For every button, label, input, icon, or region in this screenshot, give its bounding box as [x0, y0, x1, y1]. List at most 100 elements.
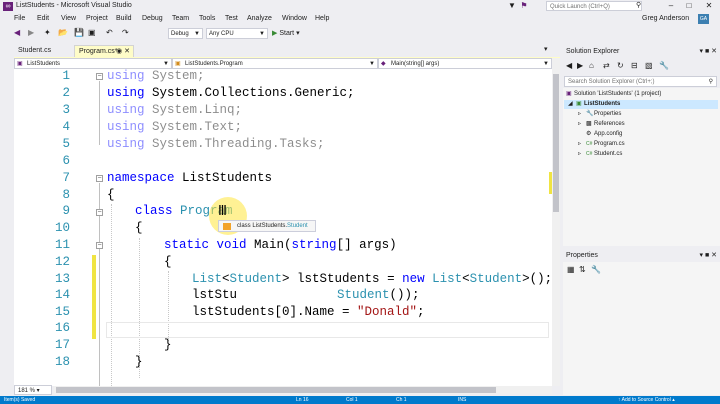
collapse-all-icon[interactable]: ⊟ [631, 61, 638, 70]
keyword-token: using [107, 86, 145, 100]
tree-node-app-config[interactable]: ⚙ App.config [586, 130, 622, 139]
line-number: 4 [62, 120, 70, 134]
menu-project[interactable]: Project [86, 15, 108, 22]
menu-edit[interactable]: Edit [37, 15, 49, 22]
tree-node-project[interactable]: ◢ ▣ ListStudents [568, 100, 620, 109]
solution-search-input[interactable]: Search Solution Explorer (Ctrl+;) ⚲ [564, 76, 717, 87]
notifications-flag-icon[interactable]: ⚑ [519, 1, 529, 11]
collapse-icon[interactable]: − [96, 242, 103, 249]
sync-icon[interactable]: ⇄ [603, 61, 610, 70]
collapse-icon[interactable]: − [96, 175, 103, 182]
configuration-dropdown[interactable]: Debug ▼ [168, 28, 203, 39]
vertical-scrollbar-thumb[interactable] [553, 74, 559, 212]
line-number: 17 [54, 338, 70, 352]
code-token: < [462, 272, 470, 286]
platform-value: Any CPU [209, 31, 234, 37]
add-to-source-control-button[interactable]: ↑ Add to Source Control ▴ [618, 397, 675, 404]
forward-icon[interactable]: ▶ [577, 61, 583, 70]
menu-view[interactable]: View [61, 15, 76, 22]
menu-tools[interactable]: Tools [199, 15, 215, 22]
open-file-icon[interactable]: 📂 [58, 28, 68, 38]
filter-icon[interactable]: ▼ [507, 1, 517, 11]
code-token: System.Linq; [144, 103, 243, 117]
tab-program-cs[interactable]: Program.cs* ◉ ✕ [74, 45, 134, 57]
code-token: < [222, 272, 230, 286]
horizontal-scrollbar-thumb[interactable] [56, 387, 496, 393]
refresh-icon[interactable]: ↻ [617, 61, 624, 70]
quick-info-tooltip: class ListStudents.Student [218, 220, 316, 232]
menu-build[interactable]: Build [116, 15, 132, 22]
line-number: 6 [62, 154, 70, 168]
property-pages-icon[interactable]: 🔧 [591, 265, 601, 274]
member-nav-dropdown[interactable]: ◆ Main(string[] args) ▼ [378, 58, 552, 69]
play-icon: ▶ [272, 30, 278, 37]
tooltip-prefix: class ListStudents. [237, 223, 288, 229]
redo-icon[interactable]: ↷ [122, 28, 129, 38]
code-token: lstStudents[0].Name = [192, 305, 358, 319]
collapse-icon[interactable]: − [96, 209, 103, 216]
undo-icon[interactable]: ↶ [106, 28, 113, 38]
line-number: 16 [54, 321, 70, 335]
minimize-button[interactable]: – [664, 1, 678, 11]
start-button[interactable]: ▶ Start ▾ [272, 28, 300, 39]
tree-node-references[interactable]: ▹ ▩ References [578, 120, 625, 129]
line-number: 5 [62, 137, 70, 151]
tree-node-solution[interactable]: ▣ Solution 'ListStudents' (1 project) [566, 90, 661, 99]
alphabetical-icon[interactable]: ⇅ [579, 265, 586, 274]
new-item-icon[interactable]: ✦ [44, 28, 51, 38]
csharp-project-icon: ▣ [576, 101, 582, 107]
properties-icon[interactable]: 🔧 [659, 61, 669, 70]
categorized-icon[interactable]: ▦ [567, 265, 575, 274]
member-nav-value: Main(string[] args) [391, 61, 440, 67]
menu-team[interactable]: Team [172, 15, 189, 22]
close-button[interactable]: ✕ [702, 1, 716, 11]
user-avatar[interactable]: GA [698, 14, 709, 24]
menu-file[interactable]: File [14, 15, 25, 22]
line-number: 13 [54, 272, 70, 286]
menu-analyze[interactable]: Analyze [247, 15, 272, 22]
zoom-level-dropdown[interactable]: 181 % ▾ [14, 385, 52, 395]
code-token: System.Threading.Tasks; [144, 137, 325, 151]
code-token: > lstStudents = [282, 272, 403, 286]
menu-help[interactable]: Help [315, 15, 329, 22]
pane-controls-icon[interactable]: ▾ ■ ✕ [700, 250, 718, 261]
code-line-14-start: lstStu [192, 288, 237, 302]
code-line-8: { [107, 188, 115, 202]
code-token: } [164, 338, 172, 352]
status-column: Col 1 [346, 397, 358, 403]
tree-node-properties[interactable]: ▹ 🔧Properties [578, 110, 621, 119]
code-token: { [107, 188, 115, 202]
menu-test[interactable]: Test [225, 15, 238, 22]
pane-controls-icon[interactable]: ▾ ■ ✕ [700, 46, 718, 57]
code-line-10: { [135, 221, 143, 235]
code-token: >(); [522, 272, 552, 286]
collapsed-chevron-icon: ▹ [578, 151, 582, 157]
status-char: Ch 1 [396, 397, 407, 403]
code-token: { [164, 255, 172, 269]
save-all-icon[interactable]: ▣ [88, 28, 96, 38]
platform-dropdown[interactable]: Any CPU ▼ [206, 28, 268, 39]
save-icon[interactable]: 💾 [74, 28, 84, 38]
quick-launch-input[interactable]: Quick Launch (Ctrl+Q) [546, 1, 642, 11]
text-cursor-icon: Ⅲ [218, 204, 227, 219]
visual-studio-logo-icon: ∞ [3, 2, 13, 11]
tree-node-program-cs[interactable]: ▹ C# Program.cs [578, 140, 625, 149]
tab-list-chevron-icon[interactable]: ▾ [544, 45, 548, 53]
tree-node-student-cs[interactable]: ▹ C# Student.cs [578, 150, 622, 159]
project-nav-dropdown[interactable]: ▣ ListStudents ▼ [14, 58, 172, 69]
type-nav-dropdown[interactable]: ▣ ListStudents.Program ▼ [172, 58, 378, 69]
menu-debug[interactable]: Debug [142, 15, 163, 22]
code-token: { [135, 221, 143, 235]
collapse-icon[interactable]: − [96, 73, 103, 80]
maximize-button[interactable]: □ [682, 1, 696, 11]
user-name[interactable]: Greg Anderson [642, 15, 689, 22]
home-icon[interactable]: ⌂ [589, 61, 594, 70]
menu-window[interactable]: Window [282, 15, 307, 22]
keyword-token: using [107, 103, 145, 117]
back-icon[interactable]: ◀ [566, 61, 572, 70]
back-icon[interactable]: ◀ [14, 28, 20, 38]
show-all-files-icon[interactable]: ▧ [645, 61, 653, 70]
forward-icon[interactable]: ▶ [28, 28, 34, 38]
tab-student-cs[interactable]: Student.cs [14, 45, 74, 57]
collapsed-chevron-icon: ▹ [578, 141, 582, 147]
